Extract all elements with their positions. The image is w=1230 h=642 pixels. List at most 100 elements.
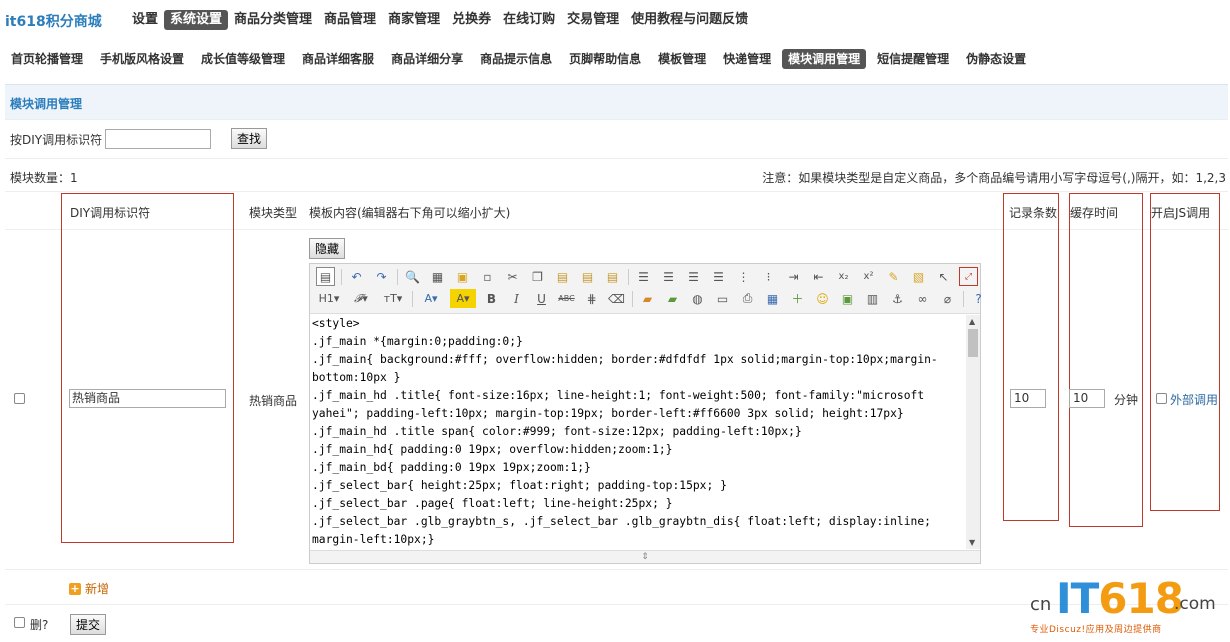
- top-nav-transactions[interactable]: 交易管理: [561, 10, 625, 30]
- line-height-icon[interactable]: ⋕: [582, 289, 601, 308]
- unlink-icon[interactable]: ⌀: [938, 289, 957, 308]
- map-icon[interactable]: ▣: [838, 289, 857, 308]
- diy-id-input[interactable]: 热销商品: [69, 389, 226, 408]
- select-all-icon[interactable]: ▧: [909, 267, 928, 286]
- sub-nav-product-share[interactable]: 商品详细分享: [385, 49, 469, 69]
- ordered-list-icon[interactable]: ⋮: [734, 267, 753, 286]
- preview-icon[interactable]: 🔍: [403, 267, 422, 286]
- add-link[interactable]: 新增: [85, 580, 109, 597]
- hide-button[interactable]: 隐藏: [309, 238, 346, 259]
- js-checkbox[interactable]: [1156, 393, 1167, 404]
- help-icon[interactable]: ?: [969, 289, 988, 308]
- search-button[interactable]: 查找: [231, 128, 268, 149]
- sub-nav-sms[interactable]: 短信提醒管理: [871, 49, 955, 69]
- top-nav-vouchers[interactable]: 兑换券: [446, 10, 497, 30]
- search-input[interactable]: [105, 129, 212, 149]
- delete-checkbox[interactable]: [14, 617, 25, 628]
- italic-icon[interactable]: I: [507, 289, 526, 308]
- paste-html-icon[interactable]: ▤: [603, 267, 622, 286]
- media-icon[interactable]: ▭: [713, 289, 732, 308]
- section-header: 模块调用管理: [5, 84, 1228, 120]
- font-size-icon[interactable]: ᴛT▾: [380, 289, 406, 308]
- toolbar-row-1: ▤ ↶ ↷ 🔍 ▦ ▣ ▫ ✂ ❐ ▤ ▤ ▤ ☰ ☰ ☰ ☰ ⋮ ⁝ ⇥ ⇤ …: [316, 267, 984, 286]
- js-label[interactable]: 外部调用: [1170, 391, 1218, 408]
- sub-nav-templates[interactable]: 模板管理: [652, 49, 712, 69]
- cut-icon[interactable]: ✂: [503, 267, 522, 286]
- table-icon[interactable]: ▦: [763, 289, 782, 308]
- align-right-icon[interactable]: ☰: [684, 267, 703, 286]
- undo-icon[interactable]: ↶: [347, 267, 366, 286]
- row-checkbox[interactable]: [14, 393, 25, 404]
- subscript-icon[interactable]: x₂: [834, 267, 853, 286]
- sub-nav-growth-level[interactable]: 成长值等级管理: [195, 49, 291, 69]
- top-nav-settings[interactable]: 设置: [126, 10, 164, 30]
- top-nav-merchants[interactable]: 商家管理: [382, 10, 446, 30]
- paste-word-icon[interactable]: ▫: [478, 267, 497, 286]
- th-content: 模板内容(编辑器右下角可以缩小扩大): [309, 206, 511, 220]
- top-nav-tutorial[interactable]: 使用教程与问题反馈: [625, 10, 754, 30]
- sub-nav-module-call[interactable]: 模块调用管理: [782, 49, 867, 69]
- highlight-box-diy-id: [61, 193, 234, 543]
- sub-nav-product-service[interactable]: 商品详细客服: [296, 49, 380, 69]
- pagebreak-icon[interactable]: ▥: [863, 289, 882, 308]
- redo-icon[interactable]: ↷: [372, 267, 391, 286]
- copy-icon[interactable]: ❐: [528, 267, 547, 286]
- align-left-icon[interactable]: ☰: [634, 267, 653, 286]
- sub-nav-express[interactable]: 快递管理: [717, 49, 777, 69]
- sub-nav-mobile-style[interactable]: 手机版风格设置: [94, 49, 190, 69]
- fullscreen-icon[interactable]: ⤢: [959, 267, 978, 286]
- top-nav-orders[interactable]: 在线订购: [497, 10, 561, 30]
- clear-format-icon[interactable]: ✎: [884, 267, 903, 286]
- sub-nav-rewrite[interactable]: 伪静态设置: [960, 49, 1032, 69]
- select-icon[interactable]: ↖: [934, 267, 953, 286]
- app-logo[interactable]: it618积分商城: [5, 11, 102, 31]
- section-title: 模块调用管理: [10, 97, 83, 111]
- template-code-area[interactable]: <style> .jf_main *{margin:0;padding:0;} …: [310, 315, 966, 549]
- flash-icon[interactable]: ◍: [688, 289, 707, 308]
- multi-image-icon[interactable]: ▰: [663, 289, 682, 308]
- font-color-icon[interactable]: A▾: [418, 289, 444, 308]
- th-type: 模块类型: [249, 206, 298, 220]
- underline-icon[interactable]: U: [532, 289, 551, 308]
- top-nav-category[interactable]: 商品分类管理: [228, 10, 318, 30]
- records-input[interactable]: 10: [1010, 389, 1046, 408]
- sub-nav-footer-help[interactable]: 页脚帮助信息: [563, 49, 647, 69]
- justify-icon[interactable]: ☰: [709, 267, 728, 286]
- source-icon[interactable]: ▤: [316, 267, 335, 286]
- font-family-icon[interactable]: 𝓕▾: [348, 289, 374, 308]
- template-icon[interactable]: ▣: [453, 267, 472, 286]
- paste-text-icon[interactable]: ▤: [578, 267, 597, 286]
- superscript-icon[interactable]: x²: [859, 267, 878, 286]
- paste-icon[interactable]: ▤: [553, 267, 572, 286]
- add-row[interactable]: + 新增: [69, 580, 109, 597]
- link-icon[interactable]: ∞: [913, 289, 932, 308]
- strikethrough-icon[interactable]: ABC: [557, 289, 576, 308]
- image-icon[interactable]: ▰: [638, 289, 657, 308]
- sub-nav-carousel[interactable]: 首页轮播管理: [5, 49, 89, 69]
- delete-label: 删?: [30, 618, 49, 632]
- hr-icon[interactable]: ＋: [788, 289, 807, 308]
- top-nav-system-settings[interactable]: 系统设置: [164, 10, 229, 30]
- submit-button[interactable]: 提交: [70, 614, 107, 635]
- outdent-icon[interactable]: ⇤: [809, 267, 828, 286]
- align-center-icon[interactable]: ☰: [659, 267, 678, 286]
- emoticon-icon[interactable]: ☺: [813, 289, 832, 308]
- cache-input[interactable]: 10: [1069, 389, 1105, 408]
- bold-icon[interactable]: B: [482, 289, 501, 308]
- scrollbar-thumb[interactable]: [968, 329, 978, 357]
- highlight-icon[interactable]: A▾: [450, 289, 476, 308]
- print-icon[interactable]: ▦: [428, 267, 447, 286]
- insert-file-icon[interactable]: ⎙: [738, 289, 757, 308]
- remove-format-icon[interactable]: ⌫: [607, 289, 626, 308]
- editor-scrollbar[interactable]: ▲ ▼: [966, 315, 980, 549]
- search-row: 按DIY调用标识符: [10, 129, 212, 149]
- top-nav-products[interactable]: 商品管理: [318, 10, 382, 30]
- indent-icon[interactable]: ⇥: [784, 267, 803, 286]
- unordered-list-icon[interactable]: ⁝: [759, 267, 778, 286]
- module-count: 模块数量：1: [10, 171, 78, 185]
- editor-resize-handle[interactable]: ⇕: [310, 550, 980, 563]
- heading-icon[interactable]: H1▾: [316, 289, 342, 308]
- sub-nav-product-tips[interactable]: 商品提示信息: [474, 49, 558, 69]
- top-bar: it618积分商城 设置 系统设置 商品分类管理 商品管理 商家管理 兑换券 在…: [0, 0, 1230, 40]
- anchor-icon[interactable]: ⚓: [888, 289, 907, 308]
